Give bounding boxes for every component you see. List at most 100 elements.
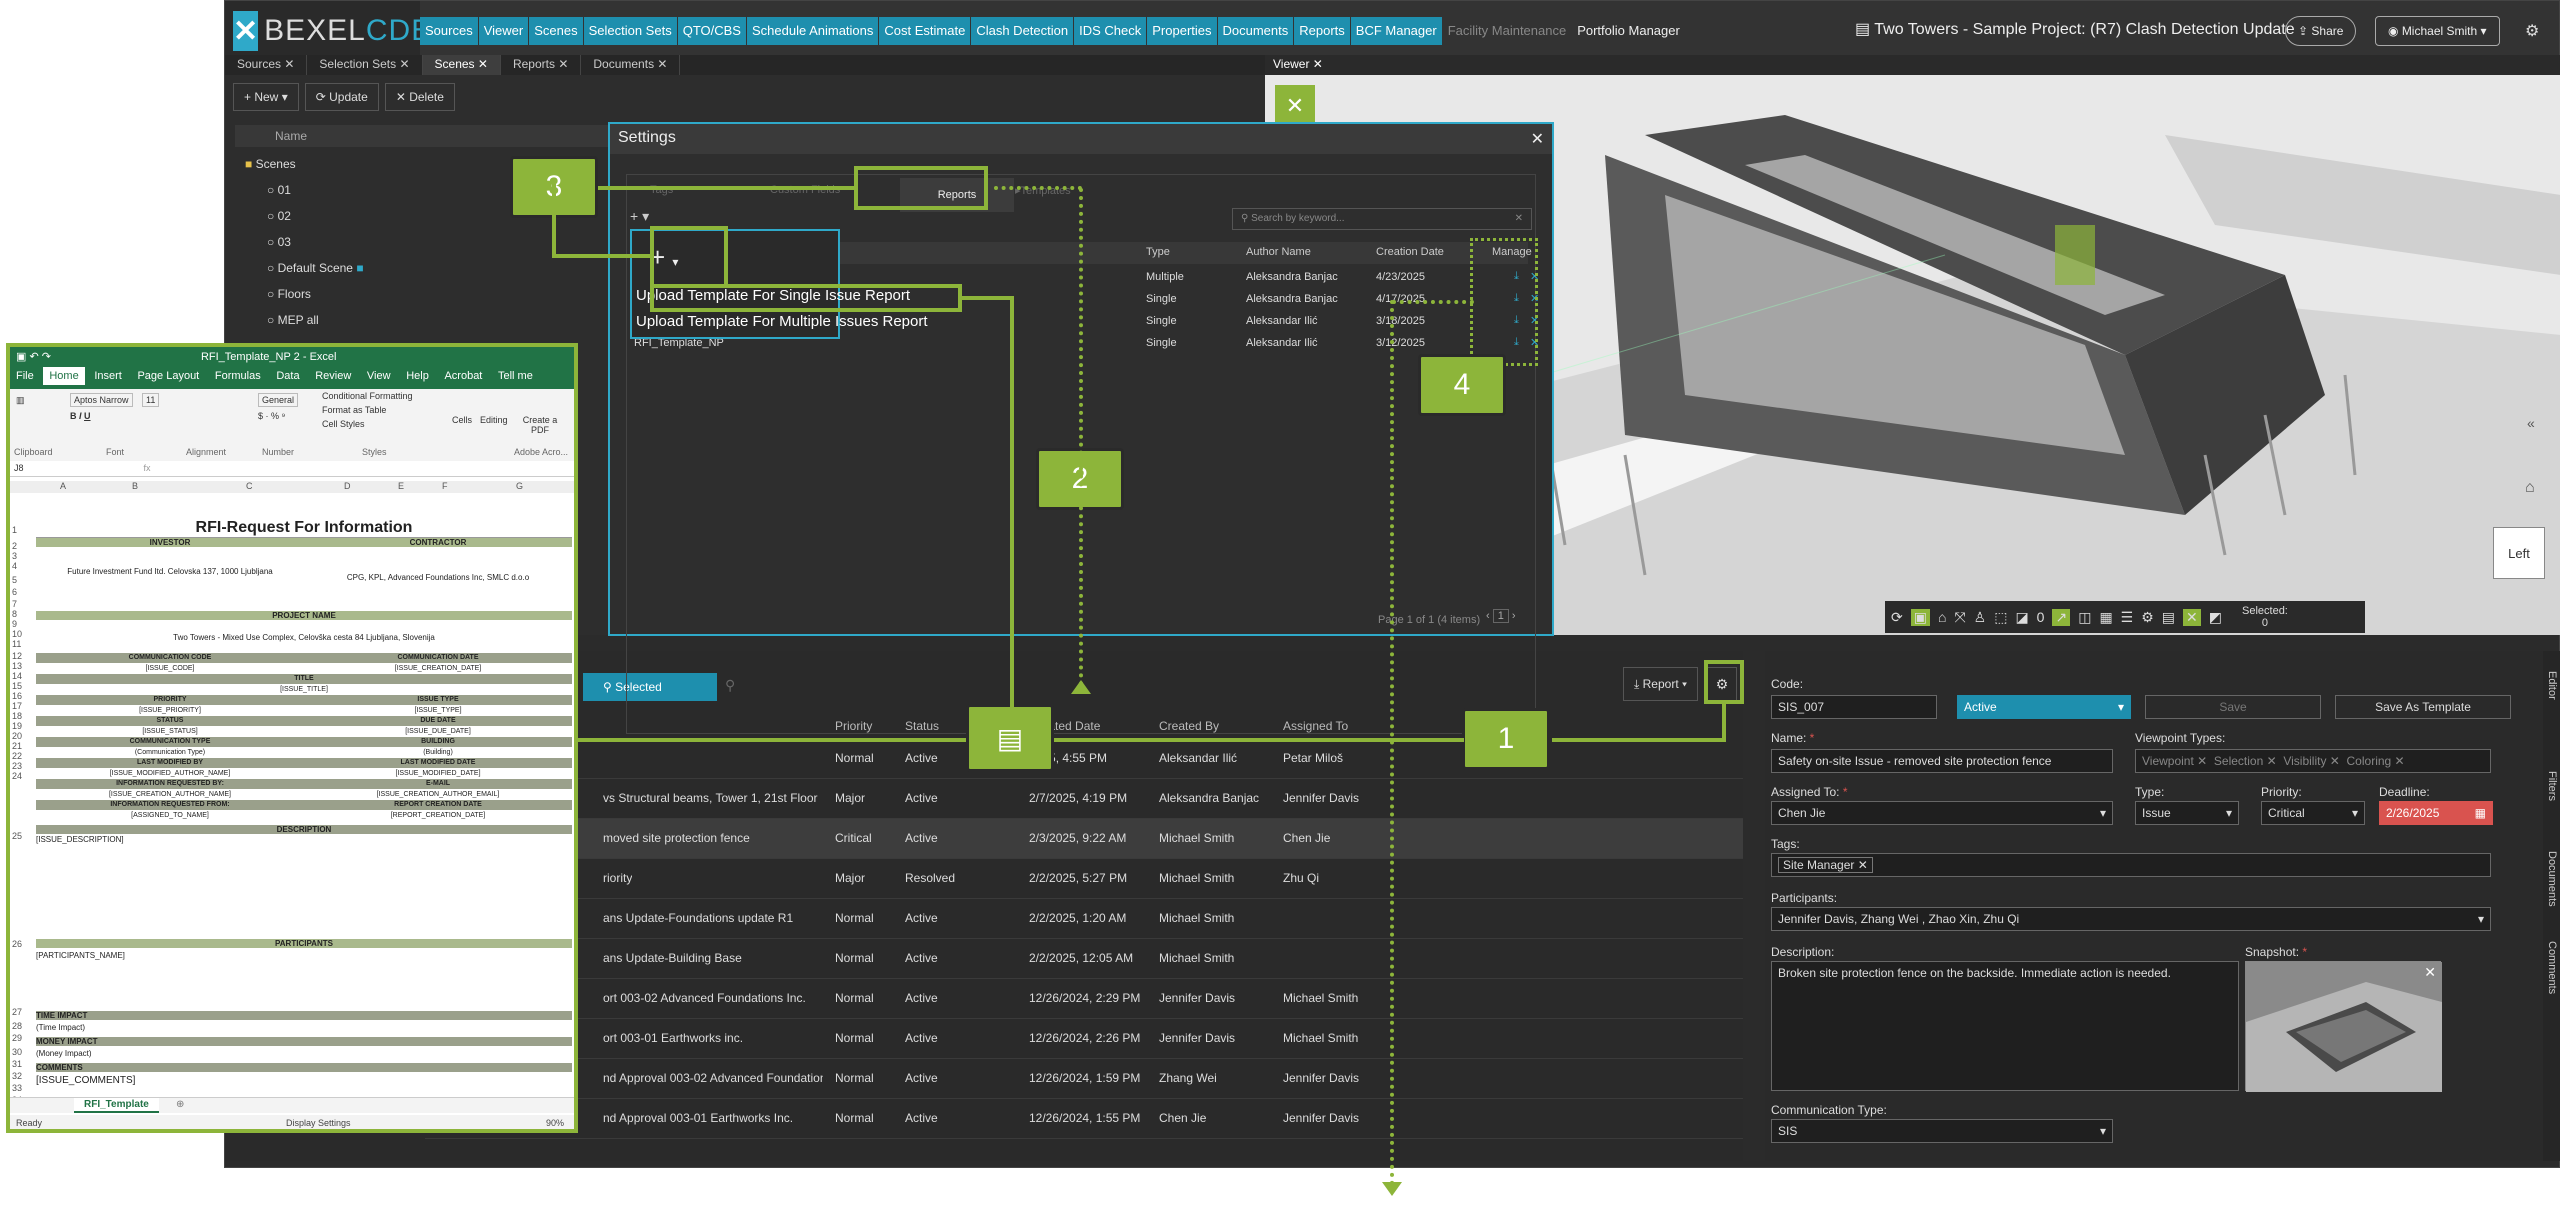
next-page-icon[interactable]: › xyxy=(1509,610,1516,622)
col-header[interactable]: A xyxy=(60,481,66,491)
row-number[interactable]: 9 xyxy=(12,619,17,629)
row-number[interactable]: 13 xyxy=(12,661,22,671)
row-number[interactable]: 7 xyxy=(12,599,17,609)
row-number[interactable]: 10 xyxy=(12,629,22,639)
tree-root-scenes[interactable]: ■ Scenes xyxy=(245,157,296,171)
table-row[interactable]: ort 003-02 Advanced Foundations Inc. Norm… xyxy=(425,979,1743,1019)
row-number[interactable]: 19 xyxy=(12,721,22,731)
col-header[interactable]: B xyxy=(132,481,138,491)
menu-selection-sets[interactable]: Selection Sets xyxy=(583,17,677,45)
display-settings[interactable]: Display Settings xyxy=(286,1118,351,1128)
tab-documents[interactable]: Documents ✕ xyxy=(581,55,681,75)
table-row[interactable]: vs Structural beams, Tower 1, 21st Floor… xyxy=(425,779,1743,819)
row-number[interactable]: 23 xyxy=(12,761,22,771)
row-number[interactable]: 25 xyxy=(12,831,22,841)
status-dropdown[interactable]: Active ▾ xyxy=(1957,695,2131,719)
section-icon[interactable]: ◫ xyxy=(2078,609,2091,626)
col-author[interactable]: Author Name xyxy=(1246,246,1311,258)
menu-schedule-animations[interactable]: Schedule Animations xyxy=(746,17,879,45)
reset-view-icon[interactable]: ⟳ xyxy=(1891,609,1903,626)
select-tool-icon[interactable]: ▣ xyxy=(1910,608,1930,626)
menu-bcf-manager[interactable]: BCF Manager xyxy=(1350,17,1442,45)
col-header[interactable]: E xyxy=(398,481,404,491)
excel-tab-review[interactable]: Review xyxy=(309,367,357,385)
row-number[interactable]: 30 xyxy=(12,1047,22,1057)
priority-dropdown[interactable]: Critical ▾ xyxy=(2261,801,2365,825)
excel-tab-formulas[interactable]: Formulas xyxy=(209,367,267,385)
page-number[interactable]: 1 xyxy=(1492,609,1509,623)
tag-chip[interactable]: Site Manager ✕ xyxy=(1778,857,1873,873)
row-number[interactable]: 14 xyxy=(12,671,22,681)
number-format-dropdown[interactable]: General xyxy=(258,393,299,407)
box-select-icon[interactable]: ⬚ xyxy=(1994,609,2007,626)
menu-ids-check[interactable]: IDS Check xyxy=(1074,17,1147,45)
scene-item[interactable]: ○ Default Scene ■ xyxy=(267,261,364,275)
row-number[interactable]: 16 xyxy=(12,691,22,701)
excel-tab-data[interactable]: Data xyxy=(270,367,305,385)
isolate-icon[interactable]: ✕ xyxy=(2183,608,2201,626)
font-size-dropdown[interactable]: 11 xyxy=(142,393,160,407)
cell-styles[interactable]: Cell Styles xyxy=(322,419,365,429)
name-field[interactable]: Safety on-site Issue - removed site prot… xyxy=(1771,749,2113,773)
row-number[interactable]: 8 xyxy=(12,609,17,619)
row-number[interactable]: 12 xyxy=(12,651,22,661)
prev-page-icon[interactable]: ‹ xyxy=(1486,610,1493,622)
list-icon[interactable]: ☰ xyxy=(2121,609,2134,626)
tab-scenes[interactable]: Scenes ✕ xyxy=(422,55,501,75)
viewer-tab[interactable]: Viewer ✕ xyxy=(1265,55,2560,75)
row-number[interactable]: 1 xyxy=(12,525,17,535)
scene-item[interactable]: ○ Floors xyxy=(267,287,311,301)
menu-facility-maintenance[interactable]: Facility Maintenance xyxy=(1443,17,1572,45)
measure-icon[interactable]: ↗ xyxy=(2052,608,2071,626)
menu-reports[interactable]: Reports xyxy=(1294,17,1350,45)
row-number[interactable]: 4 xyxy=(12,561,17,571)
tab-sources[interactable]: Sources ✕ xyxy=(225,55,308,75)
settings-icon[interactable]: ⚙ xyxy=(2141,609,2154,626)
font-family-dropdown[interactable]: Aptos Narrow xyxy=(70,393,133,407)
clip-icon[interactable]: ◪ xyxy=(2015,609,2028,626)
scene-item[interactable]: ○ 02 xyxy=(267,209,291,223)
menu-qto-cbs[interactable]: QTO/CBS xyxy=(677,17,746,45)
col-creation-date[interactable]: Creation Date xyxy=(1376,246,1444,258)
table-row[interactable]: ans Update-Foundations update R1 Normal Ac… xyxy=(425,899,1743,939)
row-number[interactable]: 33 xyxy=(12,1083,22,1093)
row-number[interactable]: 32 xyxy=(12,1071,22,1081)
tab-selection-sets[interactable]: Selection Sets ✕ xyxy=(307,55,423,75)
row-number[interactable]: 27 xyxy=(12,1007,22,1017)
side-tab-editor[interactable]: Editor xyxy=(2546,671,2558,700)
row-number[interactable]: 22 xyxy=(12,751,22,761)
description-field[interactable]: Broken site protection fence on the back… xyxy=(1771,961,2239,1091)
row-number[interactable]: 6 xyxy=(12,587,17,597)
col-header[interactable]: C xyxy=(246,481,253,491)
deadline-field[interactable]: 2/26/2025 ▦ xyxy=(2379,801,2493,825)
zoom-level[interactable]: 90% xyxy=(546,1118,564,1128)
user-menu[interactable]: ◉ Michael Smith ▾ xyxy=(2375,16,2500,46)
comm-type-dropdown[interactable]: SIS ▾ xyxy=(1771,1119,2113,1143)
name-box[interactable]: J8 xyxy=(14,463,24,473)
table-row[interactable]: ans Update-Building Base Normal Active 2/2/… xyxy=(425,939,1743,979)
orbit-icon[interactable]: ⌂ xyxy=(2525,479,2535,497)
menu-portfolio-manager[interactable]: Portfolio Manager xyxy=(1572,17,1685,45)
excel-tab-page-layout[interactable]: Page Layout xyxy=(131,367,205,385)
conditional-formatting[interactable]: Conditional Formatting xyxy=(322,391,413,401)
row-number[interactable]: 29 xyxy=(12,1033,22,1043)
cells-group[interactable]: Cells xyxy=(452,415,472,425)
table-row[interactable]: ort 003-01 Earthworks inc. Normal Active 12… xyxy=(425,1019,1743,1059)
excel-tab-tell-me[interactable]: Tell me xyxy=(492,367,539,385)
assigned-dropdown[interactable]: Chen Jie ▾ xyxy=(1771,801,2113,825)
menu-cost-estimate[interactable]: Cost Estimate xyxy=(879,17,971,45)
visibility-chip[interactable]: Visibility ✕ xyxy=(2283,754,2340,768)
view-cube[interactable]: Left xyxy=(2493,527,2545,579)
side-tab-filters[interactable]: Filters xyxy=(2546,771,2558,801)
excel-quick-access-icon[interactable]: ▣ ↶ ↷ xyxy=(16,351,51,363)
close-snapshot-icon[interactable]: ✕ xyxy=(2424,964,2436,981)
side-tab-documents[interactable]: Documents xyxy=(2546,851,2558,907)
table-row[interactable]: riority Major Resolved 2/2/2025, 5:27 PM Mic… xyxy=(425,859,1743,899)
upload-multiple-option[interactable]: Upload Template For Multiple Issues Repo… xyxy=(636,313,976,330)
row-number[interactable]: 15 xyxy=(12,681,22,691)
calendar-icon[interactable]: ▦ xyxy=(2475,806,2486,820)
table-row[interactable]: moved site protection fence Critical Activ… xyxy=(425,819,1743,859)
menu-documents[interactable]: Documents xyxy=(1217,17,1294,45)
col-type[interactable]: Type xyxy=(1146,246,1170,258)
row-number[interactable]: 26 xyxy=(12,939,22,949)
